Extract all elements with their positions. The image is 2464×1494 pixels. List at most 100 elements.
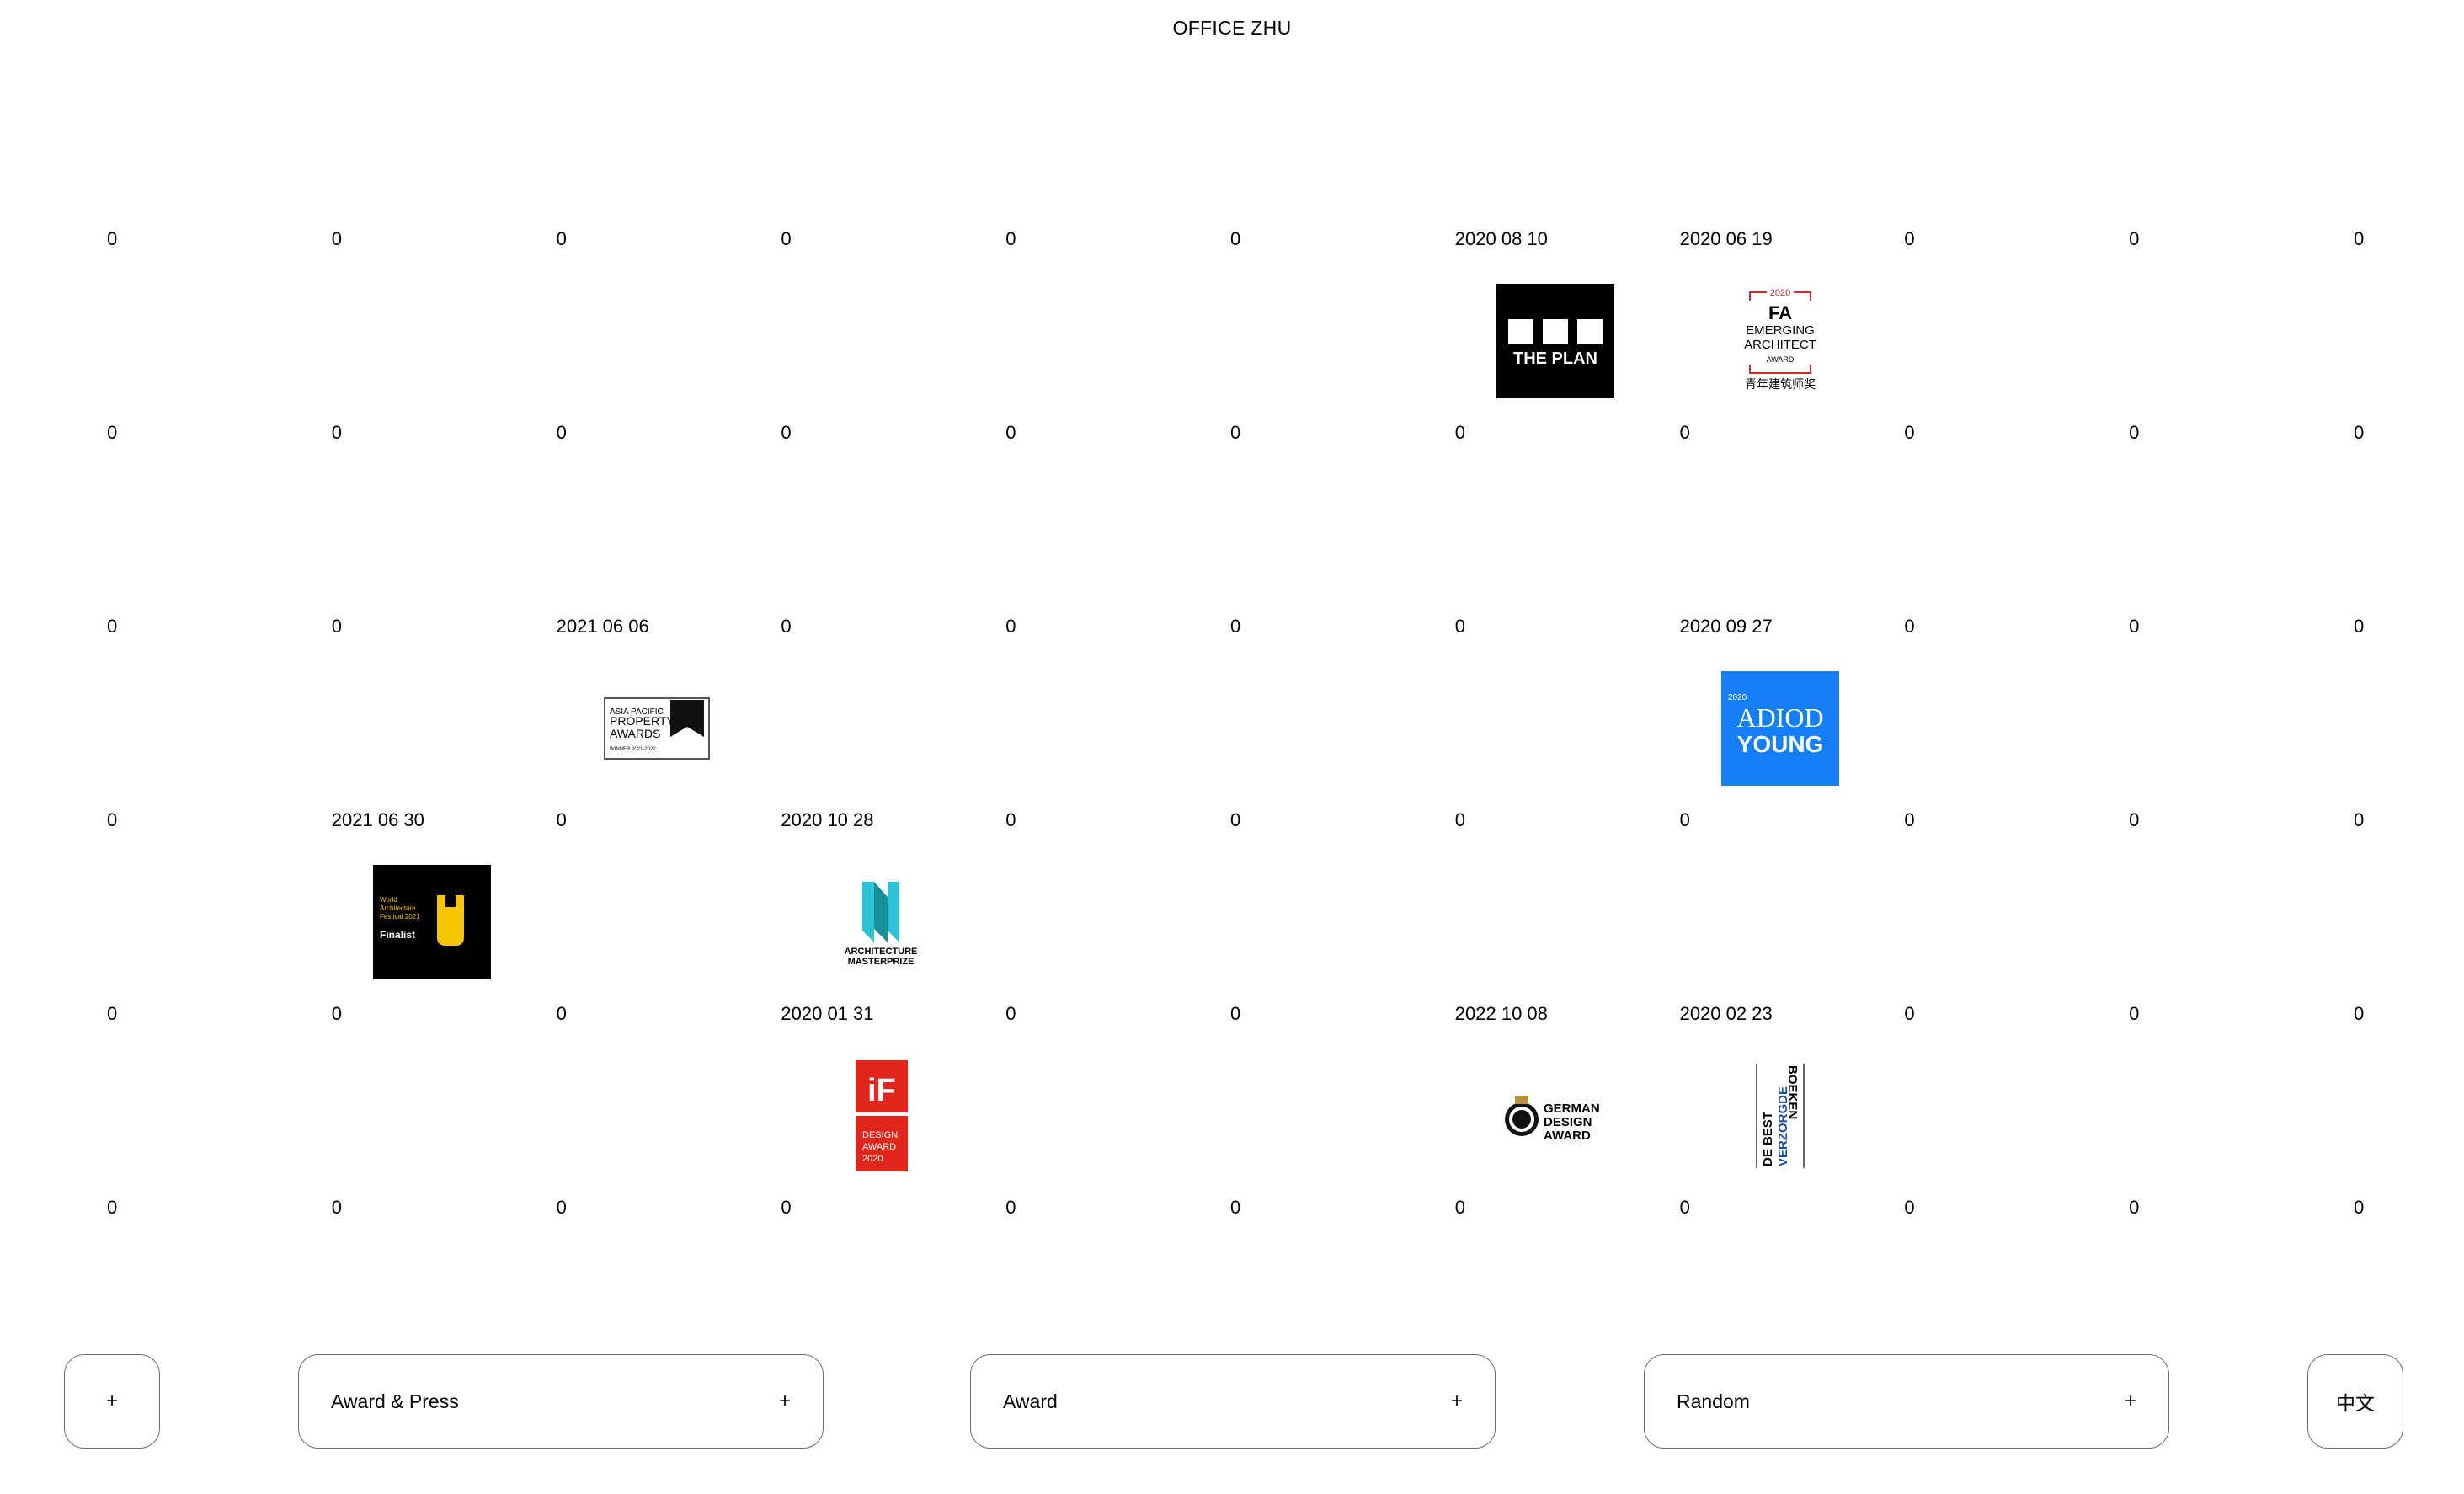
grid-cell: 0: [2022, 617, 2247, 811]
cell-date-label: 2020 02 23: [1679, 1003, 1773, 1024]
svg-text:Finalist: Finalist: [380, 929, 415, 941]
cell-date-label: 0: [781, 1197, 792, 1218]
award-grid: 0 0 0 0 0 0 2020 08 10 THE PLAN 2020 06 19 202…: [0, 230, 2464, 1392]
cell-date-label: 2021 06 30: [331, 809, 424, 830]
grid-cell[interactable]: 2021 06 30 World Architecture Festival 2…: [225, 809, 491, 1005]
svg-text:Architecture: Architecture: [380, 904, 416, 912]
svg-text:iF: iF: [868, 1073, 897, 1108]
grid-cell: 0: [225, 424, 450, 617]
award-press-filter-button[interactable]: Award & Press +: [298, 1354, 824, 1449]
cell-date-label: 0: [1454, 809, 1466, 830]
cell-date-label: 0: [2129, 1003, 2140, 1024]
cell-date-label: 0: [556, 809, 567, 830]
grid-cell: 0: [2247, 424, 2464, 617]
cell-date-label: 0: [2129, 228, 2140, 249]
grid-cell: 0: [1797, 1005, 2022, 1198]
grid-cell: 0: [2022, 1005, 2247, 1198]
grid-cell[interactable]: 2022 10 08 GERMAN DESIGN AWARD: [1348, 1003, 1600, 1198]
grid-cell: 0: [2247, 811, 2464, 1005]
cell-date-label: 2020 10 28: [781, 809, 874, 830]
cell-date-label: 0: [1904, 228, 1915, 249]
cell-date-label: 0: [2129, 422, 2140, 443]
grid-cell: 0: [1573, 811, 1798, 1005]
cell-date-label: 0: [107, 422, 118, 443]
grid-cell[interactable]: 2020 01 31 iF DESIGN AWARD 2020: [674, 1005, 909, 1198]
award-label: Award: [1003, 1390, 1058, 1412]
cell-date-label: 0: [107, 809, 118, 830]
svg-text:DE BEST: DE BEST: [1761, 1112, 1775, 1166]
award-filter-button[interactable]: Award +: [970, 1354, 1496, 1449]
svg-text:Festival 2021: Festival 2021: [380, 913, 420, 920]
cell-date-label: 0: [1229, 1197, 1241, 1218]
cell-date-label: 0: [2353, 1197, 2365, 1218]
grid-cell: 0: [0, 424, 225, 617]
grid-cell: 0: [1797, 424, 2022, 617]
cell-date-label: 0: [331, 228, 343, 249]
grid-cell: 0: [2247, 617, 2464, 811]
cell-date-label: 0: [1679, 1197, 1690, 1218]
grid-cell: 0: [225, 1005, 450, 1198]
svg-text:2020: 2020: [1728, 693, 1747, 702]
grid-cell[interactable]: 2021 06 06 ASIA PACIFIC PROPERTY AWARDS …: [450, 616, 710, 811]
plus-icon: +: [2124, 1390, 2136, 1412]
cell-date-label: 0: [331, 1003, 343, 1024]
add-button[interactable]: +: [64, 1354, 160, 1449]
cell-date-label: 0: [781, 616, 792, 637]
grid-cell: 0: [0, 230, 225, 424]
grid-cell: 0: [0, 1005, 225, 1198]
grid-cell: 0: [0, 617, 225, 811]
cell-date-label: 2020 09 27: [1679, 616, 1773, 637]
cell-date-label: 0: [556, 422, 567, 443]
grid-cell[interactable]: 2020 08 10 THE PLAN: [1348, 228, 1614, 424]
grid-cell: 0: [899, 1005, 1123, 1198]
cell-date-label: 0: [556, 228, 567, 249]
svg-text:AWARD: AWARD: [862, 1142, 896, 1152]
svg-text:2020: 2020: [862, 1154, 883, 1164]
site-title[interactable]: OFFICE ZHU: [0, 17, 2464, 40]
grid-cell: 0: [1123, 424, 1348, 617]
grid-cell[interactable]: 2020 02 23 DE BEST VERZORGDE BOEKEN: [1573, 1003, 1805, 1198]
svg-text:World: World: [380, 896, 397, 904]
cell-date-label: 0: [1454, 1197, 1466, 1218]
grid-cell: 0: [674, 617, 899, 811]
language-toggle-button[interactable]: 中文: [2307, 1354, 2403, 1449]
cell-date-label: 0: [331, 1197, 343, 1218]
grid-cell: 0: [225, 617, 450, 811]
grid-cell: 0: [1123, 811, 1348, 1005]
grid-cell: 0: [1797, 811, 2022, 1005]
cell-date-label: 0: [1005, 1197, 1016, 1218]
cell-date-label: 0: [2129, 809, 2140, 830]
random-label: Random: [1677, 1390, 1750, 1412]
cell-date-label: 2021 06 06: [556, 616, 649, 637]
grid-cell: 0: [899, 230, 1123, 424]
grid-cell[interactable]: 2020 09 27 2020 ADIOD YOUNG: [1573, 616, 1839, 811]
svg-text:DESIGN: DESIGN: [862, 1130, 898, 1140]
grid-cell: 0: [899, 424, 1123, 617]
cell-date-label: 0: [2129, 616, 2140, 637]
cell-date-label: 0: [1229, 422, 1241, 443]
cell-date-label: 0: [1904, 1197, 1915, 1218]
cell-date-label: 2022 10 08: [1454, 1003, 1548, 1024]
cell-date-label: 0: [1229, 616, 1241, 637]
cell-date-label: 0: [2353, 616, 2365, 637]
grid-cell: 0: [1348, 811, 1573, 1005]
cell-date-label: 0: [107, 1197, 118, 1218]
award-press-label: Award & Press: [331, 1390, 459, 1412]
cell-date-label: 2020 08 10: [1454, 228, 1548, 249]
grid-cell: 0: [1123, 617, 1348, 811]
grid-cell: 0: [1123, 230, 1348, 424]
random-filter-button[interactable]: Random +: [1644, 1354, 2169, 1449]
cell-date-label: 0: [2353, 1003, 2365, 1024]
grid-cell: 0: [1797, 617, 2022, 811]
cell-date-label: 0: [1454, 616, 1466, 637]
grid-cell: 0: [2022, 811, 2247, 1005]
grid-cell: 0: [1348, 424, 1573, 617]
cell-date-label: 0: [331, 616, 343, 637]
grid-cell[interactable]: 2020 06 19 2020 FA EMERGING ARCHITECT AW…: [1573, 230, 1816, 424]
cell-date-label: 0: [1904, 809, 1915, 830]
cell-date-label: 0: [2129, 1197, 2140, 1218]
grid-cell[interactable]: 2020 10 28 ARCHITECTURE MASTERPRIZE: [674, 809, 917, 1005]
grid-cell: 0: [450, 1005, 675, 1198]
grid-cell: 0: [2022, 230, 2247, 424]
grid-cell: 0: [0, 811, 225, 1005]
